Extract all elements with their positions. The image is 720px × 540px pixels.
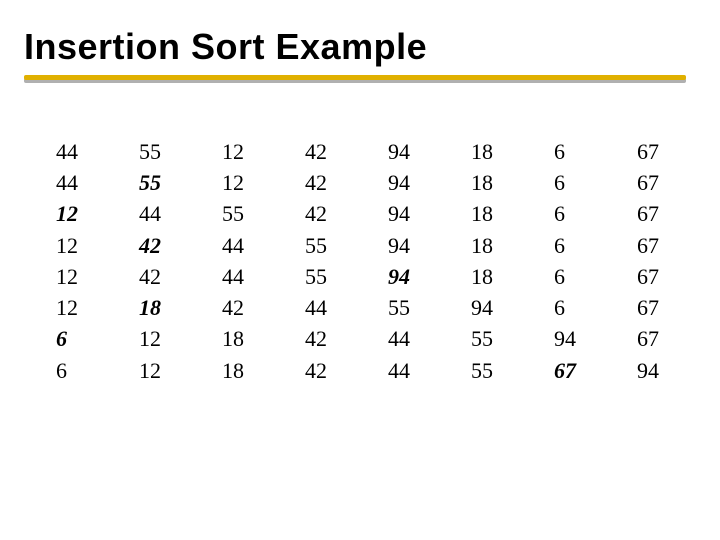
cell: 42 — [305, 136, 335, 167]
cell: 18 — [471, 261, 501, 292]
cell-inserted: 12 — [56, 198, 86, 229]
cell: 44 — [139, 198, 169, 229]
cell: 12 — [222, 136, 252, 167]
cell-inserted: 55 — [139, 167, 169, 198]
cell: 44 — [222, 261, 252, 292]
cell: 55 — [388, 292, 418, 323]
cell-inserted: 18 — [139, 292, 169, 323]
title-block: Insertion Sort Example — [24, 26, 696, 90]
cell: 12 — [139, 355, 169, 386]
sort-table: 44 44 12 12 12 12 6 6 55 55 44 42 42 18 … — [24, 136, 696, 386]
cell: 42 — [222, 292, 252, 323]
cell-inserted: 42 — [139, 230, 169, 261]
cell: 55 — [305, 230, 335, 261]
cell: 18 — [471, 167, 501, 198]
cell: 94 — [388, 136, 418, 167]
cell: 6 — [554, 292, 584, 323]
cell: 42 — [305, 198, 335, 229]
slide-title: Insertion Sort Example — [24, 26, 696, 68]
title-underline — [24, 74, 696, 90]
cell: 94 — [554, 323, 584, 354]
cell-inserted: 6 — [56, 323, 86, 354]
sort-col-3: 42 42 42 55 55 44 42 42 — [305, 136, 335, 386]
cell: 67 — [637, 323, 667, 354]
sort-col-6: 6 6 6 6 6 6 94 67 — [554, 136, 584, 386]
cell: 55 — [139, 136, 169, 167]
cell-inserted: 67 — [554, 355, 584, 386]
cell: 55 — [222, 198, 252, 229]
sort-col-2: 12 12 55 44 44 42 18 18 — [222, 136, 252, 386]
cell: 12 — [56, 230, 86, 261]
cell: 67 — [637, 230, 667, 261]
cell: 18 — [471, 198, 501, 229]
sort-col-7: 67 67 67 67 67 67 67 94 — [637, 136, 667, 386]
cell: 18 — [222, 355, 252, 386]
cell: 42 — [305, 355, 335, 386]
cell: 67 — [637, 261, 667, 292]
sort-col-5: 18 18 18 18 18 94 55 55 — [471, 136, 501, 386]
cell: 42 — [305, 323, 335, 354]
cell: 44 — [222, 230, 252, 261]
cell: 44 — [388, 323, 418, 354]
cell: 67 — [637, 136, 667, 167]
cell: 94 — [388, 230, 418, 261]
cell: 44 — [56, 167, 86, 198]
cell: 55 — [471, 355, 501, 386]
cell: 18 — [222, 323, 252, 354]
cell: 6 — [554, 136, 584, 167]
cell: 6 — [554, 198, 584, 229]
cell: 12 — [222, 167, 252, 198]
cell: 44 — [305, 292, 335, 323]
cell: 18 — [471, 230, 501, 261]
cell: 67 — [637, 198, 667, 229]
cell: 44 — [388, 355, 418, 386]
cell: 12 — [56, 292, 86, 323]
underline-main — [24, 75, 686, 80]
cell-inserted: 94 — [388, 261, 418, 292]
cell: 12 — [56, 261, 86, 292]
cell: 42 — [139, 261, 169, 292]
cell: 12 — [139, 323, 169, 354]
sort-col-0: 44 44 12 12 12 12 6 6 — [56, 136, 86, 386]
cell: 6 — [554, 261, 584, 292]
cell: 6 — [554, 230, 584, 261]
sort-col-4: 94 94 94 94 94 55 44 44 — [388, 136, 418, 386]
cell: 55 — [305, 261, 335, 292]
cell: 67 — [637, 292, 667, 323]
cell: 94 — [471, 292, 501, 323]
cell: 94 — [637, 355, 667, 386]
cell: 42 — [305, 167, 335, 198]
cell: 55 — [471, 323, 501, 354]
cell: 44 — [56, 136, 86, 167]
cell: 6 — [56, 355, 86, 386]
slide: Insertion Sort Example 44 44 12 12 12 12… — [0, 0, 720, 540]
cell: 94 — [388, 167, 418, 198]
cell: 94 — [388, 198, 418, 229]
cell: 6 — [554, 167, 584, 198]
sort-col-1: 55 55 44 42 42 18 12 12 — [139, 136, 169, 386]
cell: 18 — [471, 136, 501, 167]
cell: 67 — [637, 167, 667, 198]
